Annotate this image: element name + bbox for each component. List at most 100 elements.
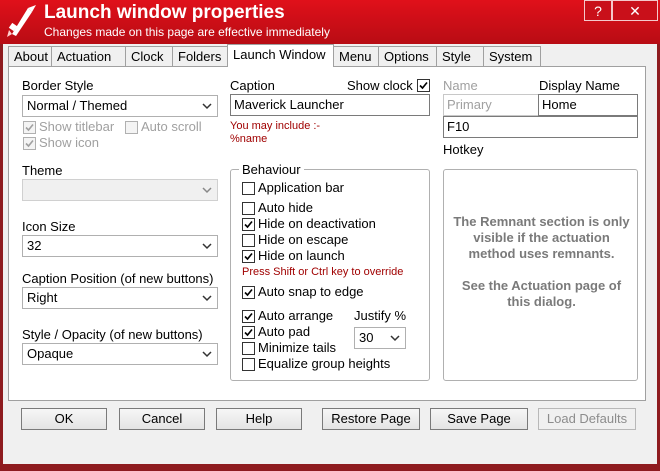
tab-menu[interactable]: Menu bbox=[333, 46, 379, 67]
hide-on-deactivation-checkbox[interactable] bbox=[242, 218, 255, 231]
application-bar-label: Application bar bbox=[258, 180, 344, 195]
auto-scroll-checkbox[interactable] bbox=[125, 121, 138, 134]
chevron-down-icon bbox=[202, 351, 212, 358]
tab-about[interactable]: About bbox=[8, 46, 52, 67]
tab-options[interactable]: Options bbox=[378, 46, 437, 67]
auto-hide-label: Auto hide bbox=[258, 200, 313, 215]
caption-position-value: Right bbox=[27, 290, 58, 305]
border-style-label: Border Style bbox=[22, 78, 94, 93]
hotkey-value: F10 bbox=[447, 119, 470, 134]
hide-on-escape-label: Hide on escape bbox=[258, 232, 349, 247]
help-button[interactable]: Help bbox=[216, 408, 302, 430]
style-opacity-select[interactable]: Opaque bbox=[22, 343, 218, 365]
actuation-note: See the Actuation page of this dialog. bbox=[461, 278, 622, 309]
caption-position-select[interactable]: Right bbox=[22, 287, 218, 309]
auto-snap-to-edge-checkbox[interactable] bbox=[242, 286, 255, 299]
caption-label: Caption bbox=[230, 78, 275, 93]
check-icon bbox=[244, 252, 253, 261]
launch-window-properties-dialog: Launch window properties Changes made on… bbox=[0, 0, 660, 471]
tab-style[interactable]: Style bbox=[436, 46, 484, 67]
window-title: Launch window properties bbox=[44, 2, 285, 23]
help-title-button[interactable]: ? bbox=[584, 0, 612, 21]
cancel-button[interactable]: Cancel bbox=[119, 408, 205, 430]
chevron-down-icon bbox=[202, 243, 212, 250]
hide-on-escape-checkbox[interactable] bbox=[242, 234, 255, 247]
show-titlebar-label: Show titlebar bbox=[39, 119, 115, 134]
remnant-note: The Remnant section is only visible if t… bbox=[453, 214, 630, 261]
equalize-group-heights-label: Equalize group heights bbox=[258, 356, 391, 371]
auto-arrange-checkbox[interactable] bbox=[242, 310, 255, 323]
check-icon bbox=[244, 312, 253, 321]
may-include-note: You may include :- bbox=[230, 120, 321, 132]
display-name-value: Home bbox=[542, 97, 577, 112]
style-opacity-value: Opaque bbox=[27, 346, 74, 361]
launch-window-panel: Border Style Normal / Themed Show titleb… bbox=[8, 66, 646, 401]
name-token-note: %name bbox=[230, 133, 268, 145]
override-note: Press Shift or Ctrl key to override bbox=[242, 266, 404, 278]
show-icon-label: Show icon bbox=[39, 135, 99, 150]
hotkey-label: Hotkey bbox=[443, 142, 484, 157]
show-icon-checkbox[interactable] bbox=[23, 137, 36, 150]
check-icon bbox=[244, 220, 253, 229]
auto-pad-label: Auto pad bbox=[258, 324, 311, 339]
minimize-tails-checkbox[interactable] bbox=[242, 342, 255, 355]
icon-size-value: 32 bbox=[27, 238, 42, 253]
border-style-select[interactable]: Normal / Themed bbox=[22, 95, 218, 117]
rocket-icon bbox=[7, 5, 36, 37]
primary-value: Primary bbox=[447, 97, 492, 112]
border-style-value: Normal / Themed bbox=[27, 98, 128, 113]
restore-page-button[interactable]: Restore Page bbox=[322, 408, 420, 430]
chevron-down-icon bbox=[202, 295, 212, 302]
behaviour-label: Behaviour bbox=[239, 162, 304, 177]
tab-actuation[interactable]: Actuation bbox=[51, 46, 126, 67]
tab-launch-window[interactable]: Launch Window bbox=[227, 44, 334, 67]
tab-folders[interactable]: Folders bbox=[172, 46, 228, 67]
auto-scroll-label: Auto scroll bbox=[141, 119, 202, 134]
show-titlebar-checkbox[interactable] bbox=[23, 121, 36, 134]
hotkey-input[interactable]: F10 bbox=[443, 116, 638, 138]
minimize-tails-label: Minimize tails bbox=[258, 340, 337, 355]
hide-on-launch-label: Hide on launch bbox=[258, 248, 345, 263]
application-bar-checkbox[interactable] bbox=[242, 182, 255, 195]
show-clock-label: Show clock bbox=[347, 78, 413, 93]
ok-button[interactable]: OK bbox=[21, 408, 107, 430]
check-icon bbox=[244, 328, 253, 337]
caption-input[interactable]: Maverick Launcher bbox=[230, 94, 430, 116]
name-label: Name bbox=[443, 78, 478, 93]
equalize-group-heights-checkbox[interactable] bbox=[242, 358, 255, 371]
primary-name-input[interactable]: Primary bbox=[443, 94, 539, 116]
caption-value: Maverick Launcher bbox=[234, 97, 344, 112]
save-page-button[interactable]: Save Page bbox=[430, 408, 528, 430]
justify-label: Justify % bbox=[354, 308, 407, 323]
title-bar[interactable]: Launch window properties Changes made on… bbox=[0, 0, 660, 44]
justify-select[interactable]: 30 bbox=[354, 327, 406, 349]
check-icon bbox=[25, 139, 34, 148]
window-bottom-frame bbox=[3, 464, 657, 471]
check-icon bbox=[419, 81, 428, 90]
show-clock-checkbox[interactable] bbox=[417, 79, 430, 92]
display-name-label: Display Name bbox=[539, 78, 620, 93]
style-opacity-label: Style / Opacity (of new buttons) bbox=[22, 327, 203, 342]
chevron-down-icon bbox=[202, 103, 212, 110]
icon-size-select[interactable]: 32 bbox=[22, 235, 218, 257]
chevron-down-icon bbox=[202, 187, 212, 194]
auto-pad-checkbox[interactable] bbox=[242, 326, 255, 339]
tab-system[interactable]: System bbox=[483, 46, 541, 67]
dialog-body: About Actuation Clock Folders Launch Win… bbox=[3, 44, 657, 464]
auto-arrange-label: Auto arrange bbox=[258, 308, 334, 323]
auto-hide-checkbox[interactable] bbox=[242, 202, 255, 215]
remnant-group: The Remnant section is only visible if t… bbox=[443, 169, 638, 381]
window-subtitle: Changes made on this page are effective … bbox=[44, 25, 330, 39]
chevron-down-icon bbox=[390, 335, 400, 342]
check-icon bbox=[244, 288, 253, 297]
icon-size-label: Icon Size bbox=[22, 219, 76, 234]
hide-on-deactivation-label: Hide on deactivation bbox=[258, 216, 376, 231]
load-defaults-button[interactable]: Load Defaults bbox=[538, 408, 636, 430]
theme-select[interactable] bbox=[22, 179, 218, 201]
display-name-input[interactable]: Home bbox=[538, 94, 638, 116]
close-button[interactable]: ✕ bbox=[612, 0, 658, 21]
hide-on-launch-checkbox[interactable] bbox=[242, 250, 255, 263]
justify-value: 30 bbox=[359, 330, 374, 345]
caption-position-label: Caption Position (of new buttons) bbox=[22, 271, 214, 286]
tab-clock[interactable]: Clock bbox=[125, 46, 173, 67]
